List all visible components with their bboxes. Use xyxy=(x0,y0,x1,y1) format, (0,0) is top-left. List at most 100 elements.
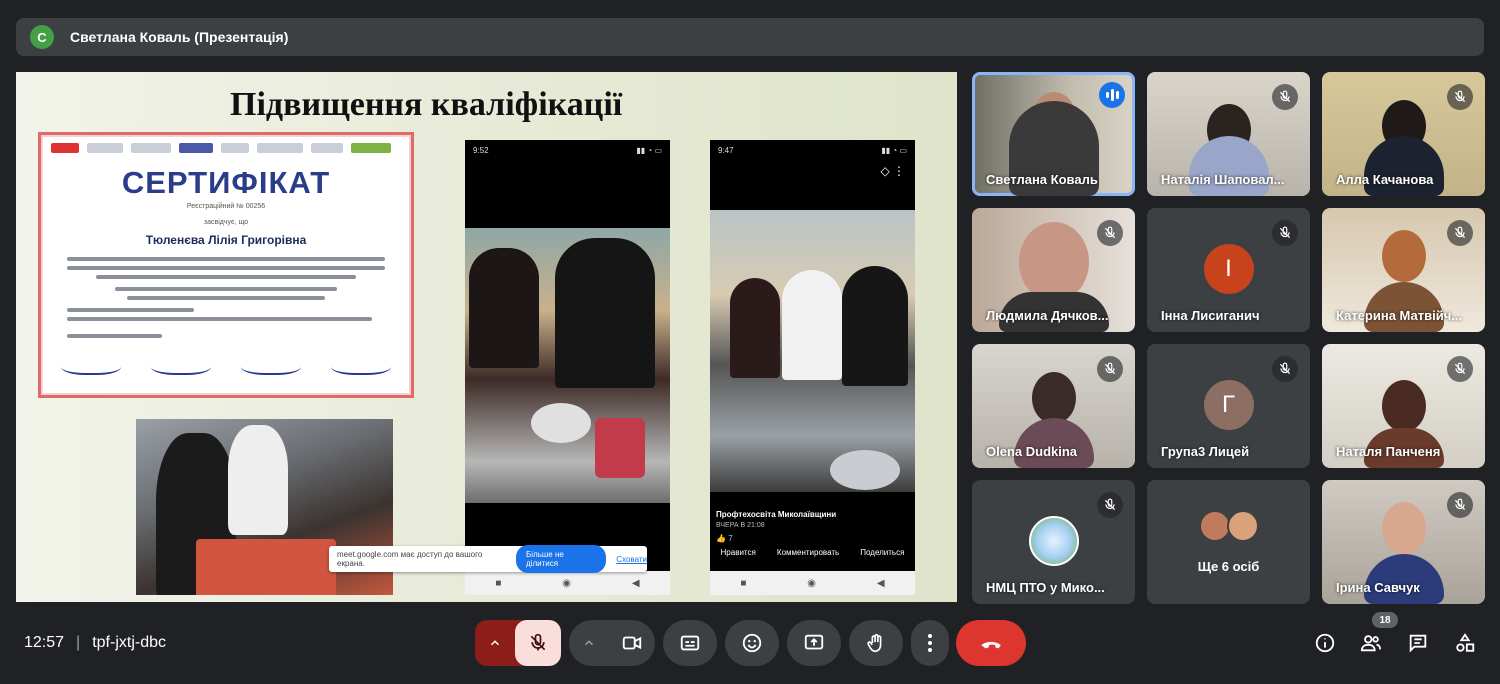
captions-icon xyxy=(680,635,700,651)
presenter-title: Светлана Коваль (Презентація) xyxy=(70,29,289,45)
participant-tile[interactable]: Алла Качанова xyxy=(1322,72,1485,196)
raise-hand-button[interactable] xyxy=(849,620,903,666)
post-actions: Нравится Комментировать Поделиться xyxy=(710,548,915,557)
stop-sharing-button[interactable]: Більше не ділитися xyxy=(516,545,607,573)
people-button[interactable] xyxy=(1358,630,1384,656)
meeting-code: tpf-jxtj-dbc xyxy=(92,634,166,651)
certificate-signatures xyxy=(61,355,391,381)
present-icon xyxy=(804,634,824,650)
presenter-bar: С Светлана Коваль (Презентація) xyxy=(16,18,1484,56)
camera-icon xyxy=(622,636,642,650)
chevron-up-icon xyxy=(490,640,500,646)
mic-off-icon xyxy=(1447,220,1473,246)
phone2-status-icons: ▮▮ ◔ ▭ xyxy=(881,146,907,155)
video-options-button[interactable] xyxy=(569,636,609,650)
mic-off-icon xyxy=(1272,356,1298,382)
participant-tile[interactable]: Г Група3 Лицей xyxy=(1147,344,1310,468)
participant-video xyxy=(1381,230,1426,282)
participant-tile[interactable]: Людмила Дячков... xyxy=(972,208,1135,332)
mic-off-icon xyxy=(1447,492,1473,518)
meeting-time: 12:57 xyxy=(24,634,65,651)
mic-toggle-button[interactable] xyxy=(515,620,561,666)
slide-title: Підвищення кваліфікації xyxy=(230,86,623,123)
participant-name: Светлана Коваль xyxy=(986,172,1098,187)
phone1-photo xyxy=(465,228,670,503)
participant-name: Ірина Савчук xyxy=(1336,580,1420,595)
shared-screen: Підвищення кваліфікації СЕРТИФІКАТ Реєст… xyxy=(16,72,957,602)
reactions-button[interactable] xyxy=(725,620,779,666)
participant-tile[interactable]: Наталя Панченя xyxy=(1322,344,1485,468)
more-participants-tile[interactable]: Ще 6 осіб xyxy=(1147,480,1310,604)
chat-icon xyxy=(1409,634,1427,653)
phone2-tag-icon: ◇ ⋮ xyxy=(880,164,905,178)
participant-tile[interactable]: НМЦ ПТО у Мико... xyxy=(972,480,1135,604)
participant-avatar: І xyxy=(1203,244,1254,294)
participant-tile[interactable]: Светлана Коваль xyxy=(972,72,1135,196)
phone2-time: 9:47 xyxy=(718,146,734,155)
participant-name: Olena Dudkina xyxy=(986,444,1078,459)
present-button[interactable] xyxy=(787,620,841,666)
participant-name: Група3 Лицей xyxy=(1161,444,1250,459)
phone-screenshot-1: 9:52 ▮▮ ◔ ▭ ■ ◉ ◀ xyxy=(465,140,670,595)
phone1-status-icons: ▮▮ ◔ ▭ xyxy=(636,146,662,155)
presenter-avatar: С xyxy=(30,25,54,49)
participant-video xyxy=(1018,222,1089,302)
participant-video xyxy=(1381,380,1426,432)
participant-tile[interactable]: Наталія Шаповал... xyxy=(1147,72,1310,196)
participant-name: Інна Лисиганич xyxy=(1161,308,1260,323)
captions-button[interactable] xyxy=(663,620,717,666)
meeting-info: 12:57 | tpf-jxtj-dbc xyxy=(24,634,166,652)
more-participants-label: Ще 6 осіб xyxy=(1197,559,1260,574)
participant-video xyxy=(1031,372,1076,424)
certificate-image: СЕРТИФІКАТ Реєстраційний № 00256 засвідч… xyxy=(38,132,414,398)
mic-off-icon xyxy=(1272,220,1298,246)
meeting-separator: | xyxy=(76,634,81,651)
participant-video xyxy=(1381,502,1426,554)
phone2-navbar: ■ ◉ ◀ xyxy=(710,571,915,595)
audio-options-button[interactable] xyxy=(475,620,515,666)
phone1-time: 9:52 xyxy=(473,146,489,155)
certificate-confirms: засвідчує, що xyxy=(203,219,249,226)
leave-call-button[interactable] xyxy=(956,620,1026,666)
phone2-photo xyxy=(710,210,915,492)
certificate-body xyxy=(67,257,385,348)
mic-off-icon xyxy=(1447,356,1473,382)
phone1-navbar: ■ ◉ ◀ xyxy=(465,571,670,595)
camera-group xyxy=(569,620,655,666)
chat-button[interactable] xyxy=(1405,630,1431,656)
participant-name: НМЦ ПТО у Мико... xyxy=(986,580,1105,595)
participant-tile[interactable]: Ірина Савчук xyxy=(1322,480,1485,604)
mic-off-icon xyxy=(1272,84,1298,110)
mic-group xyxy=(475,620,561,666)
post-title: Профтехосвіта Миколаївщини xyxy=(716,510,837,519)
participant-tile[interactable]: Olena Dudkina xyxy=(972,344,1135,468)
mic-off-icon xyxy=(1097,220,1123,246)
post-like-action: Нравится xyxy=(720,548,756,557)
mic-off-icon xyxy=(1447,84,1473,110)
participant-avatar xyxy=(1227,510,1259,542)
activities-button[interactable] xyxy=(1452,630,1478,656)
mic-off-icon xyxy=(1097,356,1123,382)
more-icon xyxy=(928,634,932,652)
post-time: ВЧЕРА В 21:08 xyxy=(716,522,765,529)
post-comment-action: Комментировать xyxy=(776,548,840,557)
hide-toast-link[interactable]: Сховати xyxy=(616,555,647,564)
participant-name: Алла Качанова xyxy=(1336,172,1434,187)
certificate-name: Тюленєва Лілія Григорівна xyxy=(145,233,307,247)
certificate-reg: Реєстраційний № 00256 xyxy=(186,203,266,210)
screen-share-toast: meet.google.com має доступ до вашого екр… xyxy=(329,545,647,573)
meeting-details-button[interactable] xyxy=(1312,630,1338,656)
participant-tile[interactable]: Катерина Матвійч... xyxy=(1322,208,1485,332)
mic-off-icon xyxy=(1097,492,1123,518)
participant-avatar xyxy=(1028,516,1079,566)
participant-name: Катерина Матвійч... xyxy=(1336,308,1463,323)
participant-tile[interactable]: І Інна Лисиганич xyxy=(1147,208,1310,332)
hand-icon xyxy=(867,633,882,653)
participant-name: Наталя Панченя xyxy=(1336,444,1441,459)
people-count-badge: 18 xyxy=(1372,612,1398,628)
people-icon xyxy=(1360,635,1382,652)
more-options-button[interactable] xyxy=(911,620,949,666)
info-icon xyxy=(1315,633,1335,653)
toast-text: meet.google.com має доступ до вашого екр… xyxy=(337,550,483,568)
camera-toggle-button[interactable] xyxy=(609,632,655,654)
